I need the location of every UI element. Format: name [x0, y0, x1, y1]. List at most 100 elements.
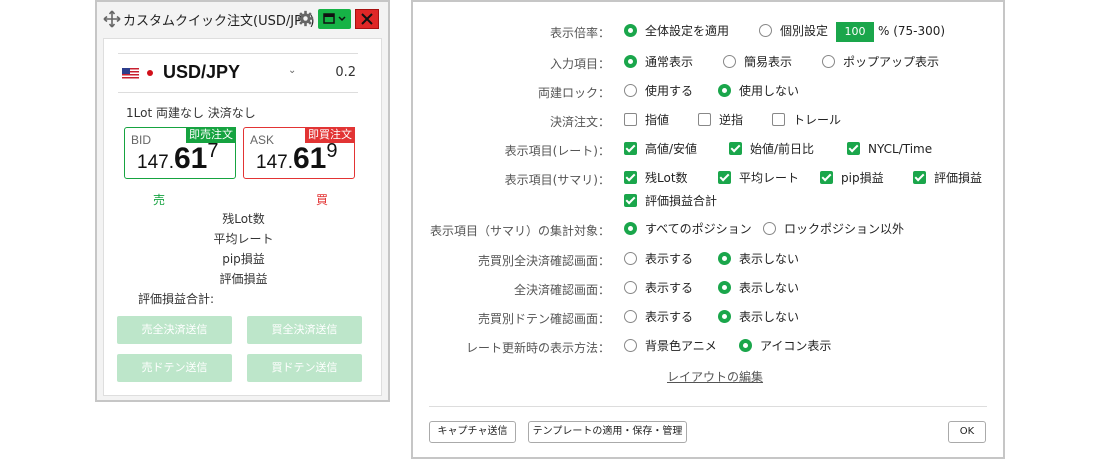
target-all-option[interactable]: すべてのポジション [624, 221, 752, 237]
summary-pip-checkbox[interactable]: pip損益 [820, 170, 884, 186]
radio-selected[interactable] [624, 55, 637, 68]
option-label: 表示する [645, 252, 694, 266]
ask-price-box[interactable]: ASK 即買注文 147.619 [243, 127, 355, 179]
summary-lots-checkbox[interactable]: 残Lot数 [624, 170, 688, 186]
option-label: 表示する [645, 281, 694, 295]
ask-price-main: 147. [256, 152, 293, 173]
template-manage-button[interactable]: テンプレートの適用・保存・管理 [528, 421, 687, 443]
input-label: 入力項目： [549, 57, 610, 71]
radio-unselected[interactable] [624, 310, 637, 323]
checkbox-unchecked[interactable] [772, 113, 785, 126]
radio-unselected[interactable] [624, 281, 637, 294]
checkbox-checked[interactable] [847, 142, 860, 155]
zoom-global-option[interactable]: 全体設定を適用 [624, 23, 729, 39]
checkbox-checked[interactable] [624, 194, 637, 207]
sell-all-settle-button[interactable]: 売全決済送信 [117, 316, 232, 344]
ok-button[interactable]: OK [948, 421, 986, 443]
zoom-custom-option[interactable]: 個別設定 100% (75-300) [759, 21, 945, 42]
input-normal-option[interactable]: 通常表示 [624, 54, 693, 70]
close-icon [361, 13, 373, 25]
close-button[interactable] [355, 9, 379, 29]
rate-items-label: 表示項目(レート)： [504, 144, 610, 158]
radio-unselected[interactable] [763, 222, 776, 235]
summary-total-checkbox[interactable]: 評価損益合計 [624, 193, 717, 209]
currency-pair-selector[interactable]: USD/JPY ⌄ 0.2 [118, 53, 358, 93]
edit-layout-link[interactable]: レイアウトの編集 [667, 368, 763, 385]
radio-selected[interactable] [718, 252, 731, 265]
radio-selected[interactable] [718, 310, 731, 323]
radio-selected[interactable] [624, 222, 637, 235]
hedge-lock-nouse-option[interactable]: 使用しない [718, 83, 799, 99]
hedge-lock-label: 両建ロック： [537, 86, 610, 100]
option-label: トレール [793, 113, 842, 127]
sell-label: 売 [153, 193, 166, 207]
rate-update-icon-option[interactable]: アイコン表示 [739, 338, 831, 354]
radio-selected[interactable] [718, 84, 731, 97]
checkbox-checked[interactable] [820, 171, 833, 184]
radio-unselected[interactable] [759, 24, 772, 37]
radio-selected[interactable] [624, 24, 637, 37]
radio-selected[interactable] [739, 339, 752, 352]
settings-panel: 表示倍率： 全体設定を適用 個別設定 100% (75-300) 入力項目： 通常… [411, 0, 1005, 459]
rate-update-bg-option[interactable]: 背景色アニメ [624, 338, 717, 354]
buy-all-settle-button[interactable]: 買全決済送信 [247, 316, 362, 344]
stat-total-pl: 評価損益合計: [138, 292, 215, 306]
radio-unselected[interactable] [624, 84, 637, 97]
option-label: 評価損益合計 [645, 194, 718, 208]
side-all-settle-hide-option[interactable]: 表示しない [718, 251, 799, 267]
checkbox-checked[interactable] [624, 171, 637, 184]
rate-open-checkbox[interactable]: 始値/前日比 [729, 141, 814, 157]
all-settle-show-option[interactable]: 表示する [624, 280, 693, 296]
summary-unrealized-checkbox[interactable]: 評価損益 [913, 170, 982, 186]
checkbox-unchecked[interactable] [624, 113, 637, 126]
window-menu-button[interactable] [318, 9, 351, 29]
side-all-settle-show-option[interactable]: 表示する [624, 251, 693, 267]
summary-avg-checkbox[interactable]: 平均レート [718, 170, 799, 186]
target-exclude-lock-option[interactable]: ロックポジション以外 [763, 221, 904, 237]
checkbox-checked[interactable] [729, 142, 742, 155]
widget-title-bar[interactable]: カスタムクイック注文(USD/JPY) [97, 2, 388, 36]
ask-price-pip: 9 [326, 140, 338, 162]
radio-unselected[interactable] [624, 252, 637, 265]
rate-nycl-checkbox[interactable]: NYCL/Time [847, 141, 932, 157]
side-doten-show-option[interactable]: 表示する [624, 309, 693, 325]
sell-doten-button[interactable]: 売ドテン送信 [117, 354, 232, 382]
settle-trail-checkbox[interactable]: トレール [772, 112, 841, 128]
zoom-custom-label: 個別設定 [780, 24, 829, 38]
divider [429, 406, 987, 407]
stat-pip-pl: pip損益 [222, 252, 265, 266]
us-flag-icon [122, 68, 139, 79]
chevron-down-icon[interactable]: ⌄ [288, 65, 296, 76]
checkbox-checked[interactable] [624, 142, 637, 155]
radio-unselected[interactable] [624, 339, 637, 352]
input-simple-option[interactable]: 簡易表示 [723, 54, 792, 70]
rate-highlow-checkbox[interactable]: 高値/安値 [624, 141, 697, 157]
radio-unselected[interactable] [723, 55, 736, 68]
gear-icon[interactable] [297, 10, 314, 27]
radio-unselected[interactable] [822, 55, 835, 68]
capture-send-button[interactable]: キャプチャ送信 [429, 421, 516, 443]
option-label: 背景色アニメ [645, 339, 717, 353]
hedge-lock-use-option[interactable]: 使用する [624, 83, 693, 99]
zoom-value-input[interactable]: 100 [836, 21, 875, 42]
buy-doten-button[interactable]: 買ドテン送信 [247, 354, 362, 382]
option-label: 表示しない [739, 281, 800, 295]
bid-price-big: 61 [173, 142, 208, 175]
input-popup-option[interactable]: ポップアップ表示 [822, 54, 939, 70]
settle-stop-checkbox[interactable]: 逆指 [698, 112, 743, 128]
radio-selected[interactable] [718, 281, 731, 294]
option-label: 表示しない [739, 252, 800, 266]
checkbox-unchecked[interactable] [698, 113, 711, 126]
move-icon[interactable] [103, 10, 121, 28]
side-doten-hide-option[interactable]: 表示しない [718, 309, 799, 325]
bid-price-box[interactable]: BID 即売注文 147.617 [124, 127, 236, 179]
all-settle-hide-option[interactable]: 表示しない [718, 280, 799, 296]
option-label: 評価損益 [934, 171, 983, 185]
stat-remaining-lots: 残Lot数 [222, 212, 265, 226]
zoom-global-label: 全体設定を適用 [645, 24, 730, 38]
rate-update-label: レート更新時の表示方法： [465, 341, 610, 355]
settle-limit-checkbox[interactable]: 指値 [624, 112, 669, 128]
option-label: 表示しない [739, 310, 800, 324]
checkbox-checked[interactable] [913, 171, 926, 184]
checkbox-checked[interactable] [718, 171, 731, 184]
